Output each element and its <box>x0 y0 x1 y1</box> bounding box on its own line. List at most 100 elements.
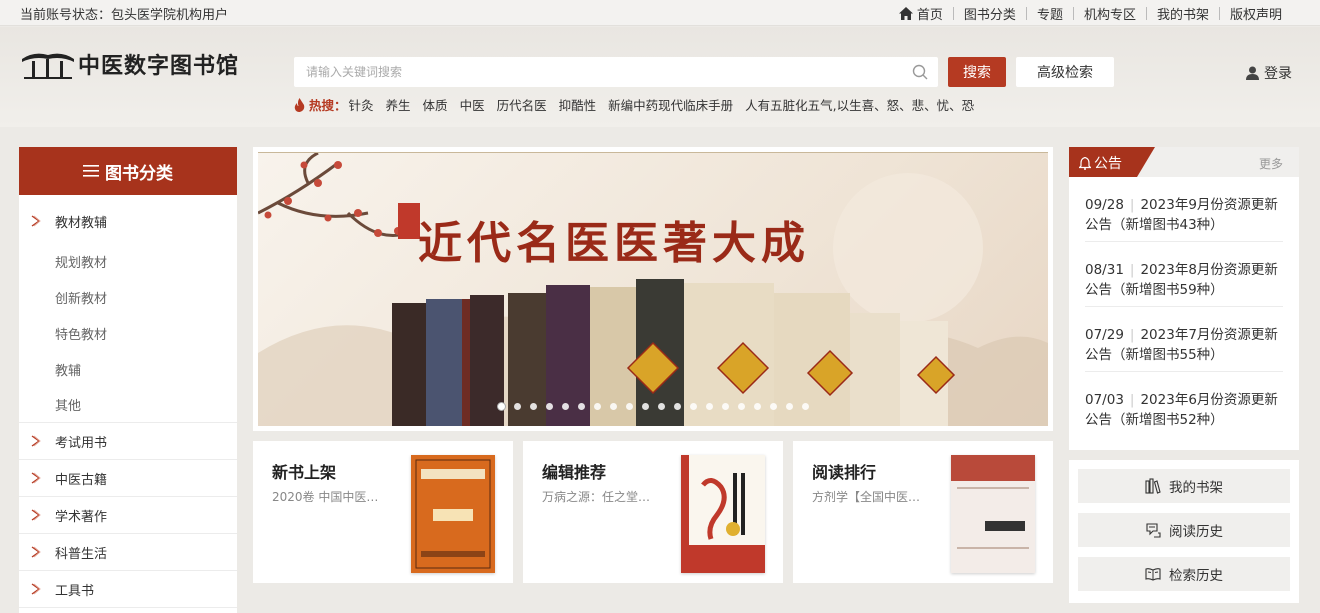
card-new-books[interactable]: 新书上架 2020卷 中国中医药年鉴 <box>253 441 513 583</box>
sidebar-item-textbooks[interactable]: 教材教辅 <box>19 199 237 243</box>
sidebar-item-exam[interactable]: 考试用书 <box>19 423 237 460</box>
hot-term[interactable]: 新编中药现代临床手册 <box>608 95 733 114</box>
hot-term[interactable]: 体质 <box>423 95 448 114</box>
user-icon <box>1246 66 1259 80</box>
hot-search-label: 热搜： <box>294 95 347 114</box>
carousel-dot[interactable] <box>641 403 649 410</box>
bookshelf-icon <box>1145 478 1161 494</box>
carousel-dot[interactable] <box>737 403 745 410</box>
open-book-icon <box>1145 568 1161 581</box>
card-reading-rank[interactable]: 阅读排行 方剂学【全国中医药行业 <box>793 441 1053 583</box>
card-subtitle[interactable]: 万病之源：任之堂解读 <box>542 488 660 505</box>
arrow-right-icon <box>31 472 41 484</box>
hot-term[interactable]: 养生 <box>386 95 411 114</box>
arrow-right-icon <box>31 546 41 558</box>
hot-search: 热搜： 针灸 养生 体质 中医 历代名医 抑酷性 新编中药现代临床手册 人有五脏… <box>294 95 986 114</box>
carousel-dot[interactable] <box>769 403 777 410</box>
logo-mark-icon <box>22 53 74 79</box>
arrow-right-icon <box>31 215 41 227</box>
sidebar-subitem[interactable]: 特色教材 <box>19 315 237 351</box>
logo-text: 中医数字图书馆 <box>78 53 240 79</box>
sidebar-item-classics[interactable]: 中医古籍 <box>19 460 237 497</box>
carousel-dot[interactable] <box>593 403 601 410</box>
carousel-dot[interactable] <box>561 403 569 410</box>
card-editor-picks[interactable]: 编辑推荐 万病之源：任之堂解读 <box>523 441 783 583</box>
notice-separator: | <box>1129 327 1135 343</box>
reading-history-icon <box>1146 523 1161 538</box>
sidebar-item-reference[interactable]: 工具书 <box>19 571 237 608</box>
my-shelf-button[interactable]: 我的书架 <box>1078 469 1290 503</box>
reading-history-button[interactable]: 阅读历史 <box>1078 513 1290 547</box>
notice-more-link[interactable]: 更多 <box>1259 155 1283 172</box>
sidebar-subitem[interactable]: 教辅 <box>19 351 237 387</box>
carousel-dot[interactable] <box>705 403 713 410</box>
carousel-dot[interactable] <box>785 403 793 410</box>
carousel-dot[interactable] <box>689 403 697 410</box>
nav-home-label: 首页 <box>916 8 943 23</box>
notice-item[interactable]: 08/31 | 2023年8月份资源更新公告（新增图书59种） <box>1085 242 1283 307</box>
carousel-dot[interactable] <box>529 403 537 410</box>
carousel-dot[interactable] <box>625 403 633 410</box>
book-cover-yearbook[interactable] <box>411 455 495 573</box>
nav-topics[interactable]: 专题 <box>1027 4 1073 23</box>
sidebar-header: 图书分类 <box>19 147 237 195</box>
search-button[interactable]: 搜索 <box>948 57 1006 87</box>
carousel-dot[interactable] <box>609 403 617 410</box>
notice-item[interactable]: 07/03 | 2023年6月份资源更新公告（新增图书52种） <box>1085 372 1283 437</box>
hot-term[interactable]: 人有五脏化五气,以生喜、怒、悲、忧、恐 <box>745 95 974 114</box>
banner-title: 近代名医医著大成 <box>418 218 810 269</box>
notice-separator: | <box>1129 197 1135 213</box>
sidebar-subitem[interactable]: 规划教材 <box>19 243 237 279</box>
notice-item[interactable]: 07/29 | 2023年7月份资源更新公告（新增图书55种） <box>1085 307 1283 372</box>
carousel-dot[interactable] <box>753 403 761 410</box>
menu-icon <box>83 165 99 177</box>
nav-copyright[interactable]: 版权声明 <box>1220 4 1292 23</box>
arrow-right-icon <box>31 435 41 447</box>
nav-my-shelf[interactable]: 我的书架 <box>1147 4 1219 23</box>
carousel-dot[interactable] <box>721 403 729 410</box>
carousel-dot[interactable] <box>497 403 505 410</box>
nav-home[interactable]: 首页 <box>889 4 953 23</box>
notice-date: 07/03 <box>1085 392 1124 408</box>
nav-categories[interactable]: 图书分类 <box>954 4 1026 23</box>
card-subtitle[interactable]: 方剂学【全国中医药行业 <box>812 488 930 505</box>
carousel-dot[interactable] <box>577 403 585 410</box>
sidebar-item-academic[interactable]: 学术著作 <box>19 497 237 534</box>
hot-term[interactable]: 历代名医 <box>497 95 547 114</box>
hot-term[interactable]: 中医 <box>460 95 485 114</box>
banner-slide[interactable]: 近代名医医著大成 <box>258 152 1048 426</box>
quick-links: 我的书架 阅读历史 检索历史 <box>1069 460 1299 603</box>
search-icon[interactable] <box>912 64 928 80</box>
notice-list: 09/28 | 2023年9月份资源更新公告（新增图书43种） 08/31 | 2023… <box>1069 177 1299 437</box>
advanced-search-button[interactable]: 高级检索 <box>1016 57 1114 87</box>
carousel-dot[interactable] <box>673 403 681 410</box>
carousel-dot[interactable] <box>657 403 665 410</box>
book-cover-fangjixue[interactable] <box>951 455 1035 573</box>
bell-icon <box>1079 156 1091 170</box>
arrow-right-icon <box>31 583 41 595</box>
notice-item[interactable]: 09/28 | 2023年9月份资源更新公告（新增图书43种） <box>1085 177 1283 242</box>
home-icon <box>898 7 913 20</box>
sidebar-subitem[interactable]: 创新教材 <box>19 279 237 315</box>
banner-carousel[interactable]: 近代名医医著大成 <box>253 147 1053 431</box>
carousel-dot[interactable] <box>545 403 553 410</box>
card-subtitle[interactable]: 2020卷 中国中医药年鉴 <box>272 488 390 505</box>
site-logo[interactable]: 中医数字图书馆 <box>20 47 239 81</box>
notice-date: 07/29 <box>1085 327 1124 343</box>
search-input[interactable] <box>294 57 894 87</box>
notice-header: 公告 更多 <box>1069 147 1299 177</box>
sidebar-item-popular[interactable]: 科普生活 <box>19 534 237 571</box>
header: 中医数字图书馆 搜索 高级检索 登录 热搜： 针灸 养生 体质 中医 历代名医 … <box>0 27 1320 127</box>
category-sidebar: 图书分类 教材教辅 规划教材 创新教材 特色教材 教辅 其他 考试用书 中医古籍… <box>19 147 237 613</box>
book-cover-wanbing[interactable] <box>681 455 765 573</box>
notice-separator: | <box>1129 392 1135 408</box>
hot-term[interactable]: 抑酷性 <box>559 95 597 114</box>
hot-term[interactable]: 针灸 <box>349 95 374 114</box>
card-title: 新书上架 <box>272 463 337 482</box>
sidebar-subitem[interactable]: 其他 <box>19 387 237 423</box>
search-history-button[interactable]: 检索历史 <box>1078 557 1290 591</box>
carousel-dot[interactable] <box>513 403 521 410</box>
nav-institution[interactable]: 机构专区 <box>1074 4 1146 23</box>
login-link[interactable]: 登录 <box>1246 63 1292 83</box>
carousel-dot[interactable] <box>801 403 809 410</box>
